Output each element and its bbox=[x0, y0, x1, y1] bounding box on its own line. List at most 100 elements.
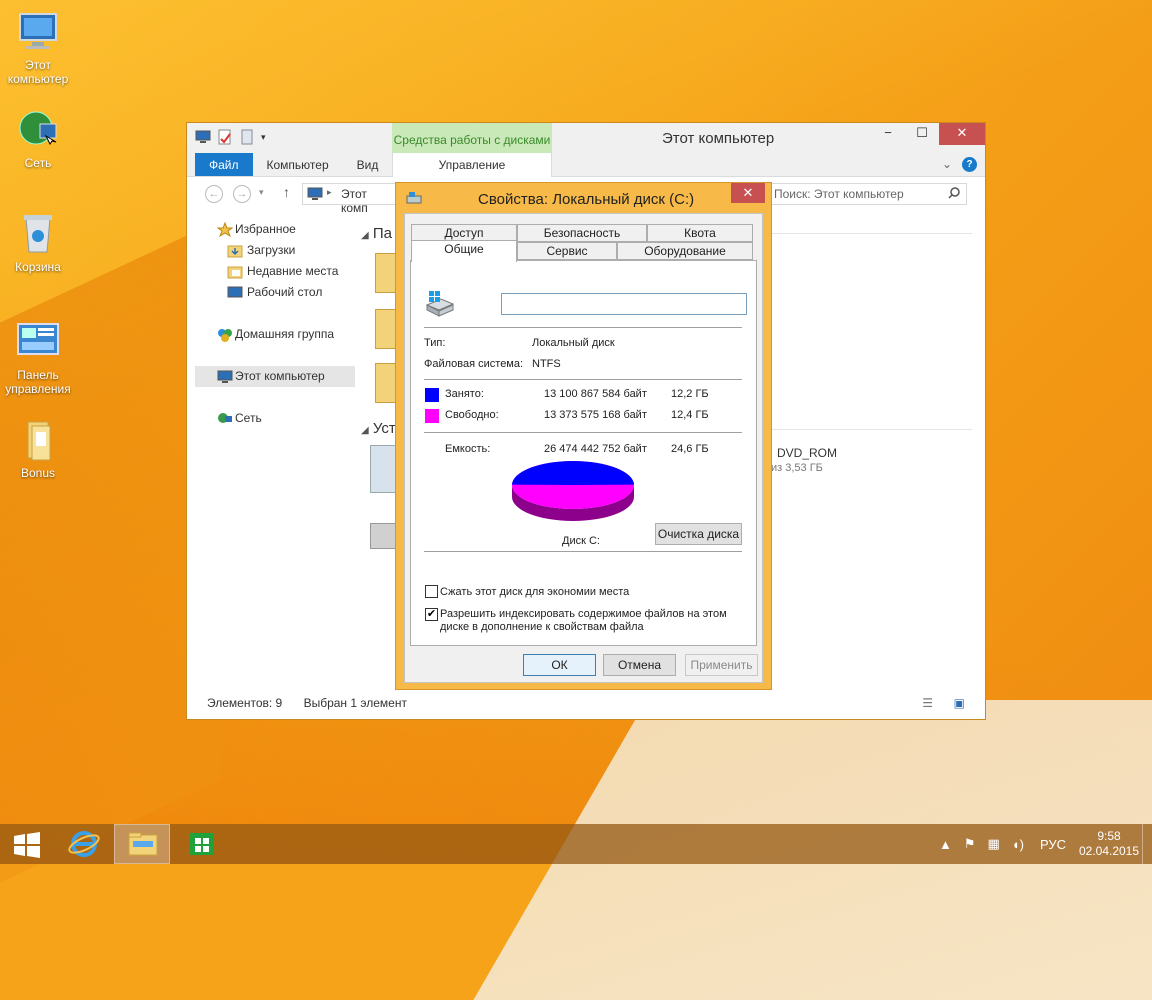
search-placeholder: Поиск: Этот компьютер bbox=[774, 187, 904, 201]
expand-ribbon-icon[interactable]: ⌄ bbox=[942, 157, 952, 172]
disk-label: Диск C: bbox=[562, 535, 600, 547]
star-icon bbox=[216, 221, 234, 238]
taskbar-store-button[interactable] bbox=[176, 824, 232, 864]
search-icon bbox=[948, 187, 960, 202]
nav-recent[interactable]: Недавние места bbox=[195, 261, 355, 282]
desktop-icon-network[interactable]: Сеть bbox=[0, 108, 76, 170]
index-label-line2: диске в дополнение к свойствам файла bbox=[440, 621, 644, 633]
used-space-swatch bbox=[425, 388, 439, 402]
drive-icon bbox=[406, 191, 422, 208]
clock-date: 02.04.2015 bbox=[1078, 844, 1140, 858]
desktop-icon-label: Сеть bbox=[24, 156, 52, 170]
index-label-line1: Разрешить индексировать содержимое файло… bbox=[440, 608, 727, 620]
volume-icon[interactable]: ◖) bbox=[1012, 837, 1024, 852]
disk-cleanup-button[interactable]: Очистка диска bbox=[655, 523, 742, 545]
nav-network[interactable]: Сеть bbox=[195, 408, 355, 429]
free-bytes: 13 373 575 168 байт bbox=[544, 409, 647, 421]
capacity-gb: 24,6 ГБ bbox=[671, 443, 709, 455]
tab-security[interactable]: Безопасность bbox=[517, 224, 647, 242]
properties-icon[interactable] bbox=[217, 129, 233, 145]
folder-icon[interactable] bbox=[375, 253, 397, 293]
close-button[interactable]: ✕ bbox=[939, 123, 985, 145]
type-value: Локальный диск bbox=[532, 337, 615, 349]
show-hidden-icons-icon[interactable]: ▲ bbox=[939, 837, 952, 852]
divider bbox=[424, 327, 742, 328]
nav-this-pc[interactable]: Этот компьютер bbox=[195, 366, 355, 387]
window-title: Этот компьютер bbox=[662, 130, 775, 147]
nav-homegroup[interactable]: Домашняя группа bbox=[195, 324, 355, 345]
show-desktop-button[interactable] bbox=[1142, 824, 1152, 864]
nav-desktop[interactable]: Рабочий стол bbox=[195, 282, 355, 303]
tab-file[interactable]: Файл bbox=[195, 153, 253, 176]
file-explorer-icon bbox=[128, 832, 158, 856]
tab-hardware[interactable]: Оборудование bbox=[617, 242, 753, 260]
new-folder-icon[interactable] bbox=[239, 129, 255, 145]
desktop-icon-label: Панель управления bbox=[5, 368, 71, 396]
recent-locations-icon[interactable]: ▾ bbox=[259, 187, 264, 198]
group-divider bbox=[772, 233, 972, 234]
help-icon[interactable]: ? bbox=[962, 157, 977, 172]
taskbar-ie-button[interactable] bbox=[56, 824, 112, 864]
dvd-size: из 3,53 ГБ bbox=[771, 462, 823, 474]
compress-checkbox[interactable] bbox=[425, 585, 438, 598]
search-input[interactable]: Поиск: Этот компьютер bbox=[767, 183, 967, 205]
explorer-title-bar[interactable]: ▾ Средства работы с дисками Этот компьют… bbox=[187, 123, 985, 153]
desktop-icon-label: Этот компьютер bbox=[7, 58, 69, 86]
used-bytes: 13 100 867 584 байт bbox=[544, 388, 647, 400]
back-button[interactable]: ← bbox=[205, 185, 223, 203]
homegroup-icon bbox=[217, 327, 233, 342]
dialog-close-button[interactable]: ✕ bbox=[731, 183, 765, 203]
tab-computer[interactable]: Компьютер bbox=[253, 153, 343, 176]
chevron-down-icon[interactable]: ▾ bbox=[261, 129, 271, 145]
minimize-button[interactable]: − bbox=[871, 123, 905, 145]
dialog-title-bar[interactable]: Свойства: Локальный диск (C:) ✕ bbox=[396, 183, 771, 213]
cancel-button[interactable]: Отмена bbox=[603, 654, 676, 676]
desktop-icon-this-pc[interactable]: Этот компьютер bbox=[0, 10, 76, 86]
address-bar[interactable]: ▸ Этот комп bbox=[302, 183, 402, 215]
status-bar: Элементов: 9 Выбран 1 элемент ☰ ▣ bbox=[187, 687, 985, 719]
desktop-icon-control-panel[interactable]: Панель управления bbox=[0, 320, 76, 396]
tab-manage[interactable]: Управление bbox=[392, 153, 552, 177]
desktop-icon-bonus[interactable]: Bonus bbox=[0, 418, 76, 480]
divider bbox=[424, 379, 742, 380]
network-status-icon[interactable]: ▦ bbox=[987, 836, 999, 852]
clock[interactable]: 9:58 02.04.2015 bbox=[1076, 829, 1142, 859]
input-language[interactable]: РУС bbox=[1040, 837, 1066, 852]
computer-icon bbox=[217, 369, 233, 384]
volume-label-input[interactable] bbox=[501, 293, 747, 315]
tiles-view-icon[interactable]: ▣ bbox=[954, 687, 965, 719]
tab-tools[interactable]: Сервис bbox=[517, 242, 617, 260]
breadcrumb-chevron-icon: ▸ bbox=[327, 187, 332, 197]
dialog-title: Свойства: Локальный диск (C:) bbox=[478, 191, 695, 208]
folders-group-header[interactable]: ◢ Па bbox=[361, 225, 392, 242]
index-checkbox[interactable]: ✔ bbox=[425, 608, 438, 621]
network-globe-icon bbox=[16, 108, 60, 152]
details-view-icon[interactable]: ☰ bbox=[922, 687, 933, 719]
action-center-flag-icon[interactable]: ⚑ bbox=[964, 836, 976, 852]
folder-icon[interactable] bbox=[375, 363, 397, 403]
nav-favorites[interactable]: Избранное bbox=[195, 219, 355, 240]
recent-places-icon bbox=[227, 264, 243, 279]
divider bbox=[424, 432, 742, 433]
tab-general[interactable]: Общие bbox=[411, 240, 517, 262]
apply-button[interactable]: Применить bbox=[685, 654, 758, 676]
maximize-button[interactable]: ☐ bbox=[905, 123, 939, 145]
free-gb: 12,4 ГБ bbox=[671, 409, 709, 421]
devices-group-header[interactable]: ◢ Уст bbox=[361, 420, 396, 437]
tab-quota[interactable]: Квота bbox=[647, 224, 753, 242]
start-button[interactable] bbox=[0, 824, 56, 864]
control-panel-icon bbox=[16, 320, 60, 364]
type-label: Тип: bbox=[424, 337, 446, 349]
forward-button[interactable]: → bbox=[233, 185, 251, 203]
ok-button[interactable]: ОК bbox=[523, 654, 596, 676]
address-text: Этот комп bbox=[341, 187, 368, 215]
nav-downloads[interactable]: Загрузки bbox=[195, 240, 355, 261]
taskbar-explorer-button[interactable] bbox=[114, 824, 170, 864]
used-label: Занято: bbox=[445, 388, 484, 400]
folder-icon[interactable] bbox=[375, 309, 397, 349]
desktop-icon-recycle-bin[interactable]: Корзина bbox=[0, 212, 76, 274]
tab-view[interactable]: Вид bbox=[343, 153, 393, 176]
up-arrow-icon[interactable]: ↑ bbox=[283, 184, 290, 200]
monitor-icon bbox=[16, 10, 60, 54]
disk-usage-pie bbox=[512, 461, 634, 521]
